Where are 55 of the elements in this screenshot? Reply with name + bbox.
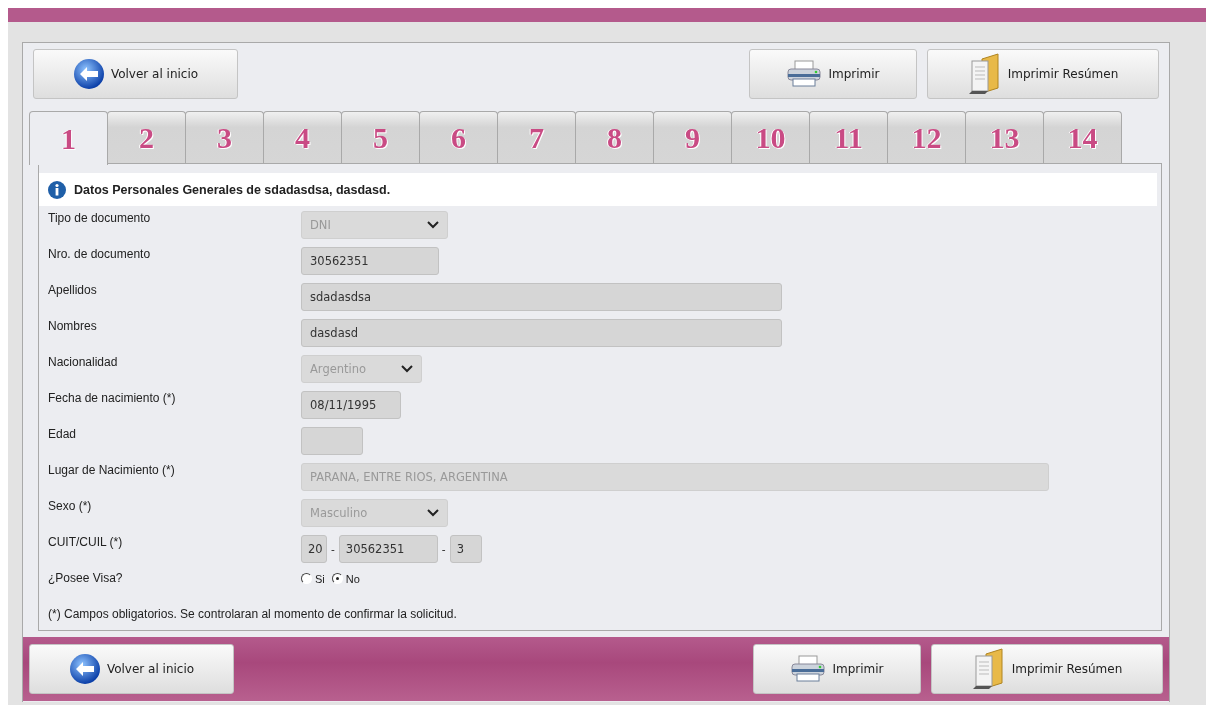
- print-summary-button[interactable]: Imprimir Resúmen: [927, 49, 1159, 99]
- chevron-down-icon: [427, 509, 439, 517]
- field-label: Tipo de documento: [48, 210, 152, 225]
- step-tab[interactable]: 11: [809, 111, 888, 163]
- step-tab[interactable]: 8: [575, 111, 654, 163]
- step-tab[interactable]: 7: [497, 111, 576, 163]
- field-label: Nombres: [48, 318, 98, 333]
- step-tab[interactable]: 12: [887, 111, 966, 163]
- step-tab[interactable]: 10: [731, 111, 810, 163]
- section-title: Datos Personales Generales de sdadasdsa, dasdasd.: [74, 182, 391, 197]
- field-label: Fecha de nacimiento (*): [48, 390, 177, 405]
- field-label: ¿Posee Visa?: [48, 570, 124, 585]
- field-label: Nacionalidad: [48, 354, 119, 369]
- back-button[interactable]: Volver al inicio: [29, 644, 234, 694]
- step-tab[interactable]: 5: [341, 111, 420, 163]
- field-label: Lugar de Nacimiento (*): [48, 462, 176, 477]
- step-tab[interactable]: 14: [1043, 111, 1122, 163]
- text-field[interactable]: sdadasdsa: [301, 283, 782, 311]
- document-folder-icon: [971, 648, 1006, 690]
- print-summary-button[interactable]: Imprimir Resúmen: [931, 644, 1163, 694]
- info-icon: [48, 180, 66, 199]
- text-field[interactable]: 3: [449, 535, 482, 563]
- step-tab[interactable]: 6: [419, 111, 498, 163]
- radio-button[interactable]: [331, 573, 343, 584]
- step-tab[interactable]: 13: [965, 111, 1044, 163]
- text-field[interactable]: 08/11/1995: [301, 391, 401, 419]
- step-tab[interactable]: 1: [29, 111, 108, 165]
- printer-icon: [786, 59, 823, 89]
- separator-text: -: [441, 542, 446, 555]
- required-note: (*) Campos obligatorios. Se controlaran al momento de confirmar la solicitud.: [47, 606, 458, 621]
- radio-label: Si: [315, 573, 325, 585]
- print-button[interactable]: Imprimir: [749, 49, 917, 99]
- text-field[interactable]: 30562351: [301, 247, 439, 275]
- step-tab[interactable]: 9: [653, 111, 732, 163]
- text-field[interactable]: 30562351: [338, 535, 438, 563]
- step-tab[interactable]: 3: [185, 111, 264, 163]
- chevron-down-icon: [427, 221, 439, 229]
- text-field[interactable]: 20: [301, 535, 327, 563]
- field-label: Apellidos: [48, 282, 98, 297]
- printer-icon: [790, 654, 827, 684]
- text-field[interactable]: [301, 427, 363, 455]
- step-tab[interactable]: 2: [107, 111, 186, 163]
- chevron-down-icon: [401, 365, 413, 373]
- step-tab[interactable]: 4: [263, 111, 342, 163]
- radio-button[interactable]: [301, 573, 312, 584]
- field-label: CUIT/CUIL (*): [48, 534, 124, 549]
- document-folder-icon: [967, 53, 1002, 95]
- field-label: Edad: [48, 426, 78, 441]
- print-button[interactable]: Imprimir: [753, 644, 921, 694]
- radio-label: No: [345, 573, 360, 585]
- separator-text: -: [331, 542, 335, 555]
- text-field[interactable]: dasdasd: [301, 319, 782, 347]
- field-label: Sexo (*): [48, 498, 93, 513]
- back-button[interactable]: Volver al inicio: [33, 49, 238, 99]
- field-label: Nro. de documento: [48, 246, 152, 261]
